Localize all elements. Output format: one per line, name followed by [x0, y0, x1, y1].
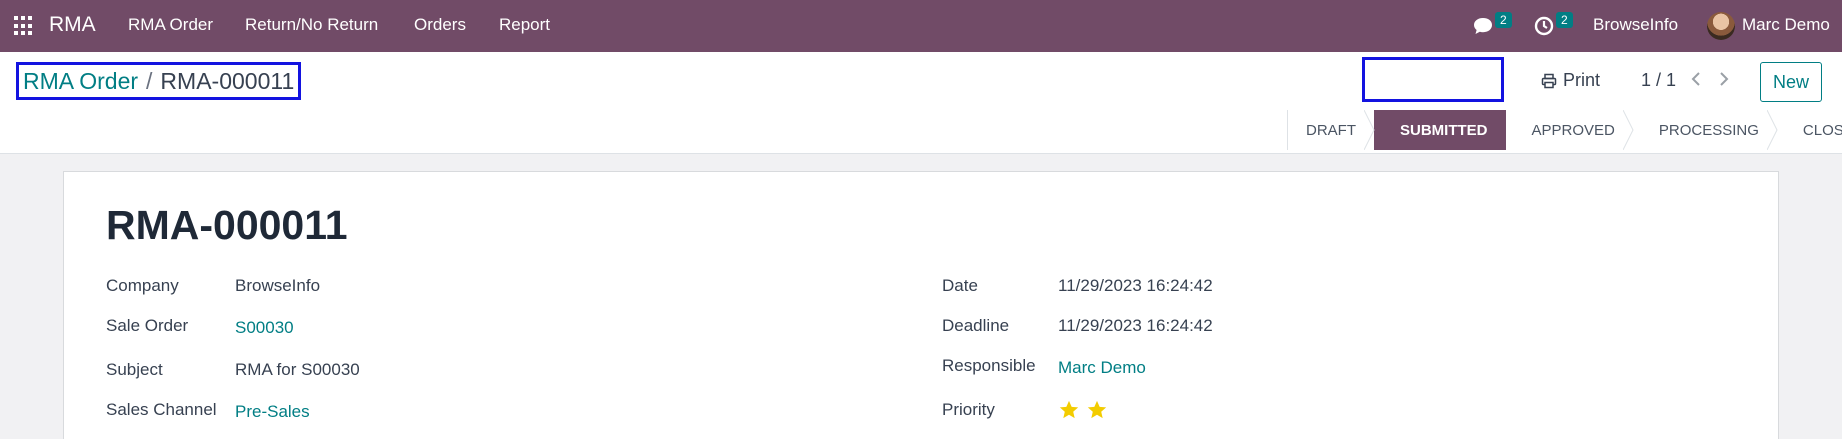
- field-label-company: Company: [106, 276, 179, 295]
- avatar[interactable]: [1707, 12, 1735, 40]
- printer-icon: [1541, 73, 1557, 88]
- clock-icon[interactable]: [1534, 16, 1554, 36]
- breadcrumb-parent-link[interactable]: RMA Order: [23, 68, 138, 95]
- record-title: RMA-000011: [106, 202, 348, 248]
- activities-badge: 2: [1556, 12, 1573, 28]
- stage-label: CLOSED: [1802, 121, 1842, 139]
- messages-badge: 2: [1495, 12, 1512, 28]
- field-subject[interactable]: RMA for S00030: [235, 360, 360, 380]
- field-label-subject: Subject: [106, 360, 163, 379]
- stage-label: SUBMITTED: [1400, 121, 1488, 139]
- stage-processing[interactable]: PROCESSING: [1633, 110, 1778, 150]
- field-label-sales-channel: Sales Channel: [106, 400, 217, 419]
- new-button[interactable]: New: [1760, 62, 1822, 102]
- breadcrumb-current: RMA-000011: [160, 67, 295, 94]
- stage-separator: [1766, 110, 1778, 150]
- field-date[interactable]: 11/29/2023 16:24:42: [1058, 276, 1213, 296]
- print-label: Print: [1563, 70, 1601, 90]
- menu-return-no-return[interactable]: Return/No Return: [245, 15, 378, 35]
- chat-icon[interactable]: [1472, 16, 1494, 36]
- field-responsible[interactable]: Marc Demo: [1058, 358, 1146, 378]
- field-deadline[interactable]: 11/29/2023 16:24:42: [1058, 316, 1213, 336]
- field-label-responsible: Responsible: [942, 356, 1036, 375]
- breadcrumb: RMA Order / RMA-000011: [16, 62, 302, 100]
- stage-separator: [1622, 110, 1634, 150]
- stage-separator: [1495, 110, 1506, 150]
- app-brand[interactable]: RMA: [49, 13, 96, 37]
- menu-orders[interactable]: Orders: [414, 15, 466, 35]
- top-navbar: RMA RMA Order Return/No Return Orders Re…: [0, 0, 1842, 52]
- form-sheet: RMA-000011 Company BrowseInfo Sale Order…: [63, 171, 1779, 439]
- breadcrumb-separator: /: [146, 67, 153, 94]
- stage-submitted[interactable]: SUBMITTED: [1374, 110, 1506, 150]
- field-sale-order[interactable]: S00030: [235, 318, 294, 338]
- control-panel: RMA Order / RMA-000011 Print 1 / 1 New D…: [0, 52, 1842, 154]
- field-company[interactable]: BrowseInfo: [235, 276, 320, 296]
- menu-rma-order[interactable]: RMA Order: [128, 15, 213, 35]
- pager-value[interactable]: 1 / 1: [1641, 70, 1676, 91]
- field-sales-channel[interactable]: Pre-Sales: [235, 402, 310, 422]
- star-icon[interactable]: [1086, 399, 1108, 421]
- chevron-right-icon[interactable]: [1718, 70, 1730, 93]
- chevron-left-icon[interactable]: [1690, 70, 1702, 93]
- stage-label: PROCESSING: [1658, 121, 1759, 139]
- company-switcher[interactable]: BrowseInfo: [1593, 15, 1678, 35]
- field-label-date: Date: [942, 276, 978, 295]
- field-label-priority: Priority: [942, 400, 995, 419]
- statusbar: DRAFT SUBMITTED APPROVED PROCESSING CLOS…: [1287, 110, 1842, 150]
- apps-grid-icon[interactable]: [14, 16, 34, 36]
- stage-draft[interactable]: DRAFT: [1288, 110, 1375, 150]
- user-menu[interactable]: Marc Demo: [1742, 15, 1830, 35]
- stage-label: APPROVED: [1531, 121, 1615, 139]
- print-button[interactable]: Print: [1541, 70, 1600, 91]
- field-label-sale-order: Sale Order: [106, 316, 189, 335]
- stage-approved[interactable]: APPROVED: [1506, 110, 1634, 150]
- field-label-deadline: Deadline: [942, 316, 1010, 335]
- star-icon[interactable]: [1058, 399, 1080, 421]
- menu-report[interactable]: Report: [499, 15, 550, 35]
- stage-label: DRAFT: [1306, 121, 1356, 139]
- stage-separator: [1364, 110, 1375, 150]
